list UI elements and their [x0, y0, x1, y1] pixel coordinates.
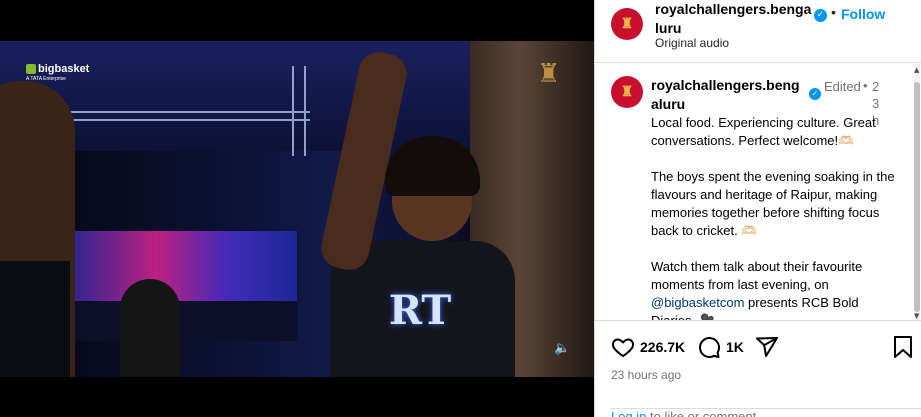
- like-button[interactable]: 226.7K: [611, 335, 685, 359]
- video-microphone: [120, 279, 180, 377]
- bookmark-icon: [894, 336, 912, 358]
- video-truss: [60, 111, 310, 121]
- mention-link[interactable]: @bigbasketcom: [651, 295, 744, 310]
- scroll-up-icon[interactable]: ▲: [914, 66, 919, 74]
- video-person-left-shirt: [0, 261, 70, 377]
- caption-username[interactable]: royalchallengers.bengaluru: [651, 76, 806, 114]
- likes-count[interactable]: 226.7K: [640, 339, 685, 355]
- original-audio-link[interactable]: Original audio: [655, 36, 729, 50]
- verified-badge-icon: ✓: [814, 9, 827, 22]
- caption-line-3-text: Watch them talk about their favourite mo…: [651, 259, 866, 292]
- sponsor-brand-text: bigbasket: [38, 63, 90, 75]
- sponsor-sub-text: A TATA Enterprise: [26, 76, 66, 82]
- caption-scrollbar[interactable]: ▲ ▼: [914, 64, 920, 320]
- caption-line-1: Local food. Experiencing culture. Great …: [651, 115, 880, 148]
- rcb-emblem-icon: ♜: [537, 59, 561, 89]
- header-username[interactable]: royalchallengers.bengaluru: [655, 0, 815, 38]
- post-sidebar: ♜ royalchallengers.bengaluru ✓ • Follow …: [594, 0, 921, 417]
- comment-icon: [699, 337, 720, 359]
- save-button[interactable]: [892, 335, 914, 359]
- reel-video[interactable]: RT bigbasket A TATA Enterprise ♜ 🔈: [0, 41, 594, 377]
- login-prompt-text: to like or comment.: [646, 409, 760, 417]
- caption-line-3: Watch them talk about their favourite mo…: [651, 258, 901, 320]
- scroll-down-icon[interactable]: ▼: [914, 312, 919, 320]
- comments-count[interactable]: 1K: [726, 339, 744, 355]
- avatar[interactable]: ♜: [611, 8, 643, 40]
- caption-line-2: The boys spent the evening soaking in th…: [651, 169, 899, 238]
- caption-text: Local food. Experiencing culture. Great …: [651, 114, 901, 320]
- comment-button[interactable]: 1K: [697, 335, 744, 359]
- sponsor-watermark: bigbasket A TATA Enterprise: [26, 63, 89, 82]
- video-truss-vertical: [292, 66, 306, 156]
- post-time-ago: 23 hours ago: [611, 368, 682, 382]
- rcb-logo-icon: ♜: [620, 84, 634, 100]
- heart-icon: [611, 338, 635, 357]
- caption-avatar[interactable]: ♜: [611, 76, 643, 108]
- edited-label: Edited: [824, 79, 861, 94]
- caption-separator: •: [863, 78, 868, 93]
- rcb-logo-icon: ♜: [620, 16, 634, 32]
- post-header: ♜ royalchallengers.bengaluru ✓ • Follow …: [595, 0, 921, 63]
- verified-badge-icon: ✓: [809, 88, 821, 100]
- share-button[interactable]: [755, 335, 779, 359]
- scrollbar-thumb[interactable]: [914, 82, 920, 312]
- action-bar: 226.7K 1K 23 hours ago Log in to like or…: [595, 320, 921, 417]
- shirt-logo: RT: [388, 287, 452, 334]
- media-panel: RT bigbasket A TATA Enterprise ♜ 🔈: [0, 0, 594, 417]
- login-link[interactable]: Log in: [611, 409, 646, 417]
- header-separator: •: [831, 4, 836, 20]
- bigbasket-logo-icon: [26, 64, 36, 74]
- caption-section: ♜ royalchallengers.bengaluru ✓ Edited • …: [595, 64, 921, 320]
- volume-icon[interactable]: 🔈: [554, 341, 570, 356]
- share-icon: [756, 337, 778, 357]
- login-prompt: Log in to like or comment.: [611, 408, 921, 417]
- video-stage-lights: [62, 231, 297, 301]
- follow-button[interactable]: Follow: [841, 6, 885, 22]
